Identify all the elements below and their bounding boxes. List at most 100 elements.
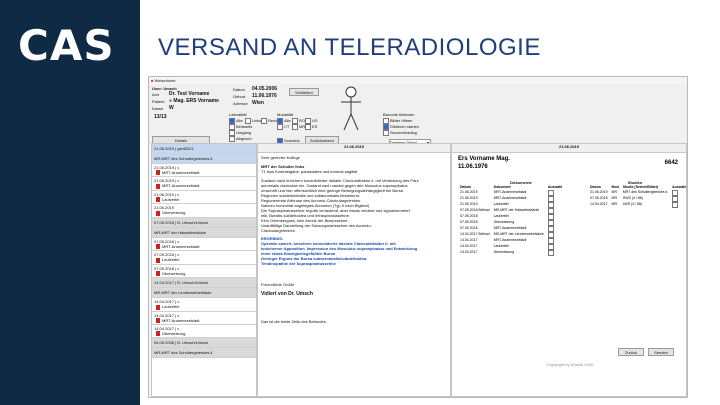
history-item[interactable]: 07.05.2018 | v Laufzettel bbox=[152, 251, 256, 265]
history-group-label: MR-MRT des Schultergelenkes li. bbox=[154, 350, 214, 356]
history-item-doc: Überweisung bbox=[162, 270, 186, 276]
send-pane: 21.06.2019 Ers Vorname Mag. 11.06.1976 6… bbox=[451, 143, 687, 397]
report-text[interactable]: Sehr geehrter Kollege MRT der Schulter li… bbox=[258, 153, 450, 326]
patient-name: Ers Vorname Mag. bbox=[458, 156, 510, 162]
study-date: 21.06.2019 bbox=[590, 190, 608, 195]
pdf-icon bbox=[156, 210, 160, 216]
patient-label: Patient bbox=[152, 99, 165, 104]
history-item[interactable]: 07.05.2018 | v Überweisung bbox=[152, 265, 256, 279]
history-item-doc-row: Überweisung bbox=[152, 271, 256, 277]
study-select-checkbox[interactable] bbox=[672, 201, 679, 208]
pdf-icon bbox=[156, 331, 160, 337]
pdf-icon bbox=[156, 170, 160, 176]
cas-logo: CAS bbox=[18, 21, 115, 70]
pdf-icon bbox=[156, 257, 160, 263]
copyright-text: Copyright by Umsch 2016 bbox=[547, 362, 594, 367]
history-group-label: 04.05.2006 | B. Umsch/Umsch bbox=[154, 340, 209, 346]
history-group[interactable]: 07.05.2018 | B. Umsch/Umsch bbox=[152, 217, 256, 228]
arzt-label: Arzt bbox=[152, 92, 160, 97]
history-item[interactable]: 14.04.2017 | v Überweisung bbox=[152, 325, 256, 339]
datum-label: Datum bbox=[233, 87, 245, 92]
pdf-icon bbox=[156, 304, 160, 310]
slide-sidebar: CAS bbox=[0, 0, 140, 405]
study-date: 07.05.2018 bbox=[590, 196, 608, 201]
patient-id: 6642 bbox=[664, 160, 678, 166]
pdf-icon bbox=[156, 183, 160, 189]
history-group[interactable]: MR-MRT der Halswirbelsäule bbox=[152, 227, 256, 238]
history-group[interactable]: 14.04.2017 | B. Umsch/Umsch bbox=[152, 278, 256, 289]
study-row[interactable]: 14.04.2017 MR LWS (4 / 88) bbox=[588, 201, 686, 208]
study-modality: MR bbox=[611, 202, 617, 207]
header-panel: User: Umsch Arzt Dr. Test Vorname Patien… bbox=[149, 84, 687, 146]
modalitaet-label: Modalität bbox=[277, 112, 294, 117]
history-group[interactable]: 04.05.2006 | B. Umsch/Umsch bbox=[152, 338, 256, 349]
documents-table: Dokumente Datum Dokument Auswahl 21.06.2019… bbox=[458, 180, 584, 256]
arzt-value: Dr. Test Vorname bbox=[169, 91, 210, 97]
slide-title: VERSAND AN TELERADIOLOGIE bbox=[158, 34, 541, 61]
history-item[interactable]: 21.06.2019 | v MRT-Anamnesebladt bbox=[152, 164, 256, 178]
history-item-doc-row: Laufzettel bbox=[152, 257, 256, 263]
mod-option-es[interactable]: ES bbox=[305, 124, 317, 130]
history-item-doc-row: MRT-Anamnesebladt bbox=[152, 183, 256, 189]
history-item-doc-row: Laufzettel bbox=[152, 304, 256, 310]
history-item-doc: Laufzettel bbox=[162, 304, 180, 310]
history-group[interactable]: MR-MRT der Lendenwirbelsäule bbox=[152, 288, 256, 299]
document-date: 14.04.2017 Befund bbox=[460, 232, 490, 237]
adresse-label: Adresse bbox=[233, 101, 248, 106]
mod-option-mr[interactable]: MR bbox=[292, 124, 305, 130]
history-list: 21.06.2019 | gsnt2021 MR-MRT des Schulter… bbox=[151, 143, 257, 397]
history-item[interactable]: 14.04.2017 | v MRT-Anamnesebladt bbox=[152, 312, 256, 325]
studies-table: Studien Datum Mod Studie (Serien/Bilder) Au… bbox=[588, 180, 686, 208]
history-item-doc-row: MRT-Anamnesebladt bbox=[152, 170, 256, 176]
history-item-doc: MRT-Anamnesebladt bbox=[162, 170, 200, 175]
document-name: MR-MRT der Halswirbelsäule bbox=[493, 208, 540, 213]
history-item-doc-row: Laufzettel bbox=[152, 197, 256, 203]
history-group-label: MR-MRT des Schultergelenkes li. bbox=[154, 156, 214, 161]
history-item[interactable]: 21.06.2019 Überweisung bbox=[152, 204, 256, 218]
zurueck-button[interactable]: Zurück bbox=[618, 348, 644, 356]
history-item-doc-row: MRT-Anamnesebladt bbox=[152, 318, 256, 324]
pdf-icon bbox=[156, 317, 160, 323]
history-item-doc: MRT-Anamnesebladt bbox=[162, 243, 200, 249]
history-item[interactable]: 07.05.2018 | v MRT-Anamnesebladt bbox=[152, 238, 256, 252]
mod-option-ct[interactable]: CT bbox=[277, 124, 289, 130]
schliessen-button[interactable]: Schließen bbox=[289, 88, 319, 96]
history-item-doc-row: MRT-Anamnesebladt bbox=[152, 244, 256, 250]
record-number: 13/13 bbox=[154, 114, 167, 120]
history-item-doc: Überweisung bbox=[162, 330, 186, 336]
report-signature: Vidiert von Dr. Umsch bbox=[261, 291, 313, 297]
document-date: 14.04.2017 bbox=[460, 250, 478, 255]
study-name: LWS (4 / 88) bbox=[622, 202, 643, 207]
pdf-icon bbox=[156, 271, 160, 277]
history-item-doc: MRT-Anamnesebladt bbox=[162, 183, 200, 189]
history-group[interactable]: MR-MRT des Schultergelenkes li. bbox=[152, 154, 256, 164]
history-group[interactable]: MR-MRT des Schultergelenkes li. bbox=[152, 348, 256, 359]
history-item[interactable]: 21.06.2019 | v Laufzettel bbox=[152, 191, 256, 205]
study-date: 14.04.2017 bbox=[590, 202, 608, 207]
lat-option-abgesch[interactable]: Abgesch bbox=[229, 136, 252, 142]
document-name: MR-MRT der Lendenwirbelsäule bbox=[493, 232, 544, 237]
study-select-cell bbox=[670, 201, 686, 208]
body-figure-icon[interactable] bbox=[339, 86, 363, 132]
app-window: ■ Weisefunde User: Umsch Arzt Dr. Test V… bbox=[148, 76, 688, 398]
kasse-label: Kasse bbox=[152, 106, 164, 111]
document-select-checkbox[interactable] bbox=[547, 249, 554, 256]
document-row[interactable]: 14.04.2017 Überweisung bbox=[458, 249, 564, 256]
send-date: 21.06.2019 bbox=[452, 144, 686, 153]
pdf-icon bbox=[156, 244, 160, 250]
patient-dob: 11.06.1976 bbox=[458, 164, 488, 170]
history-item[interactable]: 21.06.2019 | v MRT-Anamnesebladt bbox=[152, 177, 256, 191]
kasse-value: W bbox=[169, 105, 174, 111]
history-group-label: MR-MRT der Halswirbelsäule bbox=[154, 229, 207, 235]
report-greeting: Freundliche Grüße bbox=[261, 282, 295, 287]
history-group-label: MR-MRT der Lendenwirbelsäule bbox=[154, 290, 212, 296]
ergebnis-line: Tendinopathie der Supraspinatussehne bbox=[261, 261, 336, 266]
history-item[interactable]: 14.04.2017 | v Laufzettel bbox=[152, 298, 256, 312]
senden-button[interactable]: Senden bbox=[648, 348, 674, 356]
history-group-label: 14.04.2017 | B. Umsch/Umsch bbox=[154, 280, 209, 286]
report-pane: 21.06.2019 Sehr geehrter Kollege MRT der … bbox=[257, 143, 451, 397]
document-select-cell bbox=[546, 249, 564, 256]
history-item-doc: Laufzettel bbox=[162, 196, 180, 202]
barcode-option-secondreading[interactable]: Secondreading bbox=[383, 130, 417, 136]
history-group[interactable]: 21.06.2019 | gsnt2021 bbox=[152, 144, 256, 154]
